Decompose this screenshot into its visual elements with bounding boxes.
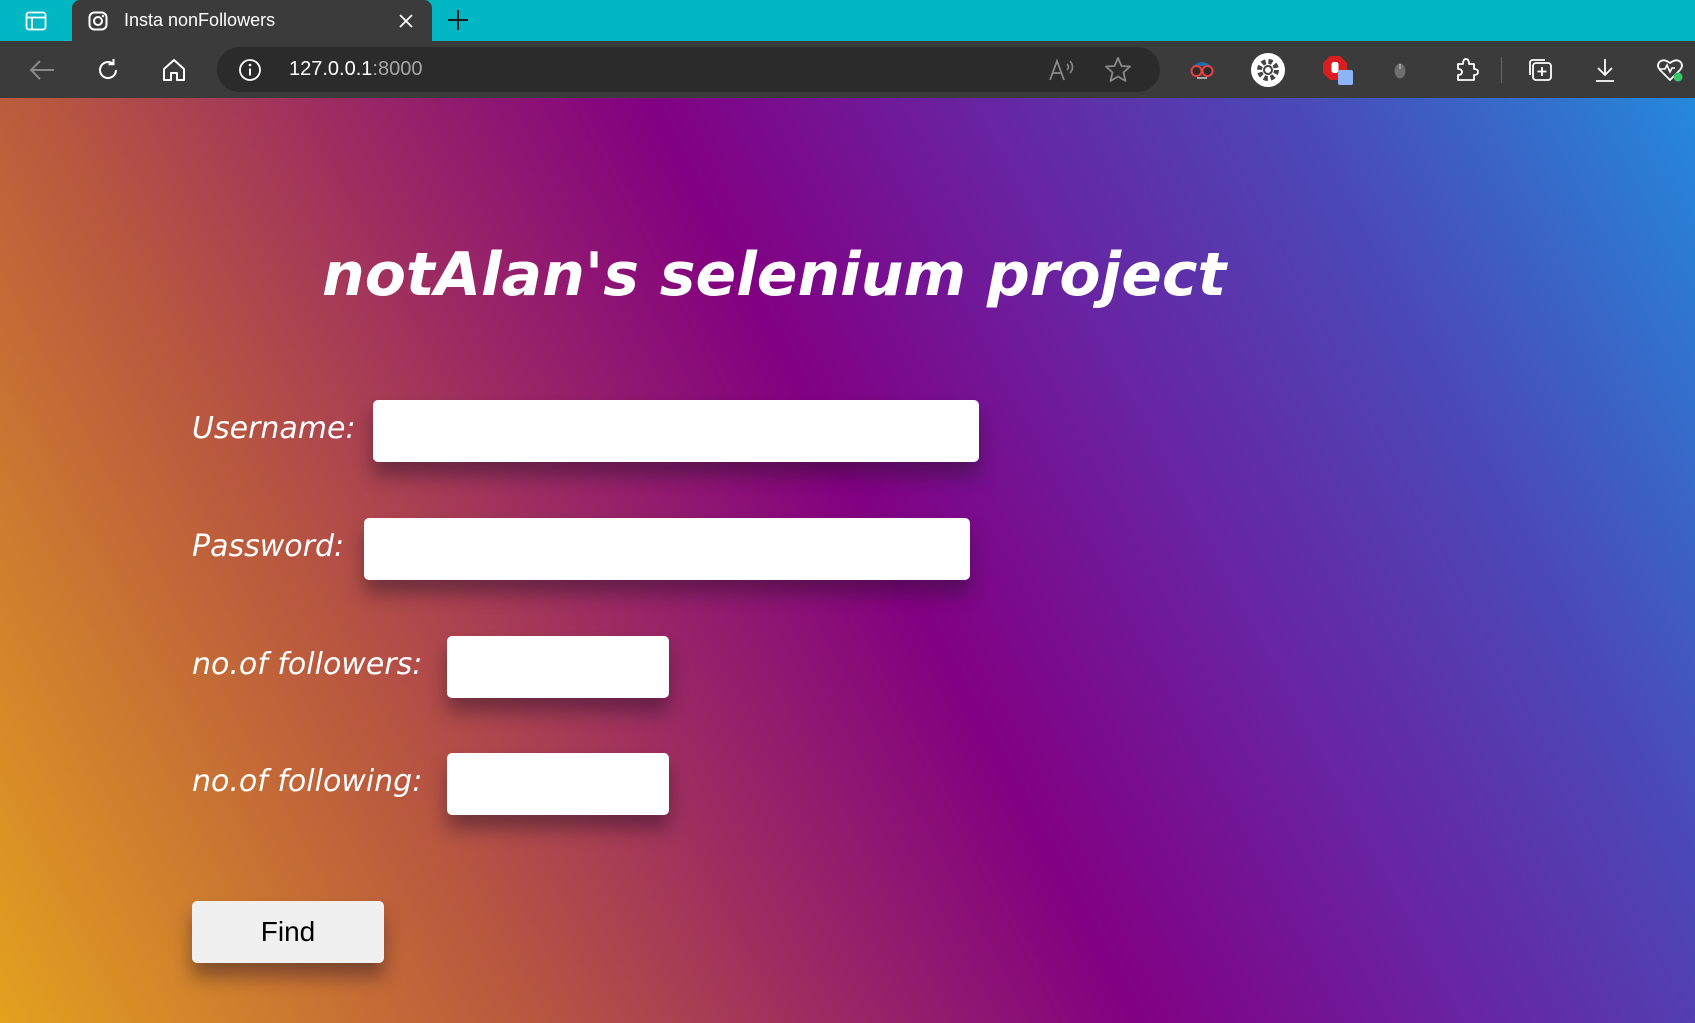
following-label: no.of following:	[192, 764, 423, 799]
instagram-icon	[88, 11, 108, 30]
plus-icon	[448, 10, 468, 30]
page-content: notAlan's selenium project Username: Pas…	[0, 98, 1695, 1023]
tab-actions-icon	[25, 11, 47, 30]
favorite-button[interactable]	[1103, 55, 1133, 85]
toolbar-divider	[1501, 57, 1502, 83]
extension-spy-button[interactable]	[1182, 50, 1222, 90]
extension-adblock-button[interactable]	[1318, 50, 1358, 90]
spy-glasses-icon	[1190, 62, 1214, 79]
new-tab-button[interactable]	[442, 4, 474, 36]
back-arrow-icon	[29, 60, 54, 80]
refresh-button[interactable]	[88, 50, 128, 90]
refresh-icon	[99, 59, 118, 79]
home-button[interactable]	[154, 50, 194, 90]
info-icon	[239, 59, 261, 81]
url-host: 127.0.0.1	[289, 58, 373, 80]
username-label: Username:	[192, 411, 356, 446]
site-info-button[interactable]	[237, 57, 263, 83]
username-input[interactable]	[373, 400, 979, 462]
stop-hand-icon	[1323, 56, 1353, 85]
close-icon	[399, 13, 413, 28]
extensions-button[interactable]	[1446, 50, 1486, 90]
url-port: :8000	[372, 58, 423, 80]
tab-actions-button[interactable]	[0, 0, 72, 41]
read-aloud-button[interactable]	[1047, 56, 1077, 84]
extension-mouse-button[interactable]	[1380, 50, 1420, 90]
followers-label: no.of followers:	[192, 647, 423, 682]
find-button[interactable]: Find	[192, 901, 384, 963]
browser-essentials-button[interactable]	[1650, 50, 1690, 90]
collections-button[interactable]	[1520, 50, 1560, 90]
back-button[interactable]	[22, 50, 62, 90]
home-icon	[163, 59, 185, 81]
password-input[interactable]	[364, 518, 970, 580]
following-count-input[interactable]	[447, 753, 669, 815]
tab-strip: Insta nonFollowers	[0, 0, 1695, 41]
puzzle-icon	[1457, 58, 1479, 81]
page-title: notAlan's selenium project	[322, 240, 1227, 310]
heart-pulse-icon	[1657, 59, 1683, 82]
tab-insta-nonfollowers[interactable]: Insta nonFollowers	[72, 0, 432, 41]
gear-icon	[1251, 53, 1285, 87]
url-text[interactable]: 127.0.0.1:8000	[289, 58, 422, 81]
collections-icon	[1529, 59, 1552, 81]
download-icon	[1596, 59, 1614, 82]
followers-count-input[interactable]	[447, 636, 669, 698]
read-aloud-icon	[1049, 58, 1074, 81]
address-bar[interactable]: 127.0.0.1:8000	[217, 47, 1160, 92]
extension-settings-button[interactable]	[1248, 50, 1288, 90]
downloads-button[interactable]	[1585, 50, 1625, 90]
star-icon	[1105, 57, 1131, 82]
mouse-icon	[1394, 63, 1406, 79]
password-label: Password:	[192, 529, 345, 564]
tab-title: Insta nonFollowers	[124, 10, 276, 30]
tab-close-button[interactable]	[394, 9, 418, 33]
browser-toolbar: 127.0.0.1:8000	[0, 41, 1695, 98]
